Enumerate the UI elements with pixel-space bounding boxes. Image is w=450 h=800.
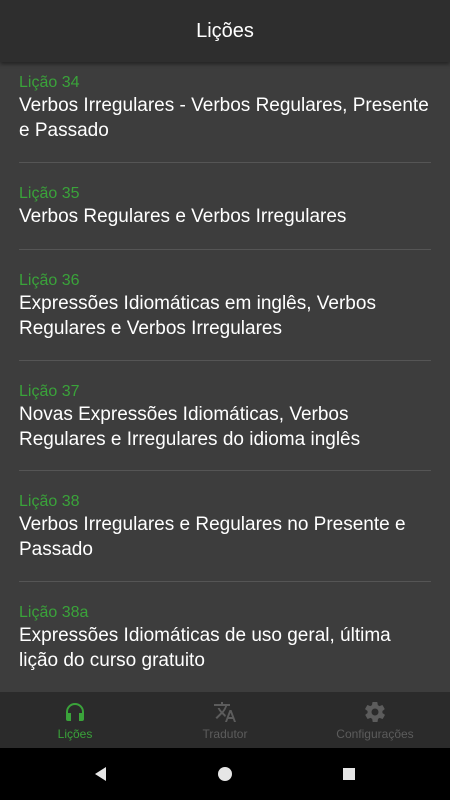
lesson-item[interactable]: Lição 36 Expressões Idiomáticas em inglê…: [19, 250, 431, 361]
lesson-title: Expressões Idiomáticas em inglês, Verbos…: [19, 293, 376, 339]
nav-label-settings: Configurações: [336, 727, 414, 741]
lesson-item[interactable]: Lição 37 Novas Expressões Idiomáticas, V…: [19, 361, 431, 471]
lesson-number: Lição 37: [19, 383, 80, 400]
headphones-icon: [66, 703, 84, 721]
system-home-button[interactable]: [163, 748, 287, 800]
bottom-navigation: Lições Tradutor Configurações: [0, 692, 450, 748]
lesson-item[interactable]: Lição 34 Verbos Irregulares - Verbos Reg…: [19, 62, 431, 163]
system-recents-button[interactable]: [287, 748, 411, 800]
nav-label-translator: Tradutor: [202, 727, 248, 741]
app-bar: Lições: [0, 0, 450, 62]
back-triangle-icon: [95, 767, 106, 781]
lesson-title: Verbos Irregulares - Verbos Regulares, P…: [19, 95, 429, 141]
lesson-number: Lição 35: [19, 185, 80, 202]
lesson-title: Verbos Irregulares e Regulares no Presen…: [19, 514, 406, 560]
nav-label-lessons: Lições: [57, 727, 93, 741]
lesson-number: Lição 38a: [19, 604, 89, 621]
translate-icon: [214, 702, 236, 722]
system-navigation-bar: [0, 748, 450, 800]
system-back-button[interactable]: [39, 748, 163, 800]
lesson-number: Lição 38: [19, 493, 80, 510]
nav-tab-lessons[interactable]: Lições: [0, 692, 150, 748]
lesson-number: Lição 34: [19, 74, 80, 91]
lesson-item[interactable]: Lição 38 Verbos Irregulares e Regulares …: [19, 471, 431, 582]
lesson-list: Lição 34 Verbos Irregulares - Verbos Reg…: [0, 62, 450, 692]
nav-tab-translator[interactable]: Tradutor: [150, 692, 300, 748]
lesson-title: Novas Expressões Idiomáticas, Verbos Reg…: [19, 404, 361, 450]
lesson-title: Expressões Idiomáticas de uso geral, últ…: [19, 625, 391, 671]
lesson-title: Verbos Regulares e Verbos Irregulares: [19, 206, 347, 227]
nav-tab-settings[interactable]: Configurações: [300, 692, 450, 748]
lesson-item[interactable]: Lição 38a Expressões Idiomáticas de uso …: [19, 582, 431, 692]
lesson-number: Lição 36: [19, 272, 80, 289]
page-title: Lições: [196, 19, 254, 42]
lesson-item[interactable]: Lição 35 Verbos Regulares e Verbos Irreg…: [19, 163, 431, 250]
recents-square-icon: [343, 768, 355, 780]
gear-icon: [365, 701, 385, 722]
home-circle-icon: [218, 767, 232, 781]
